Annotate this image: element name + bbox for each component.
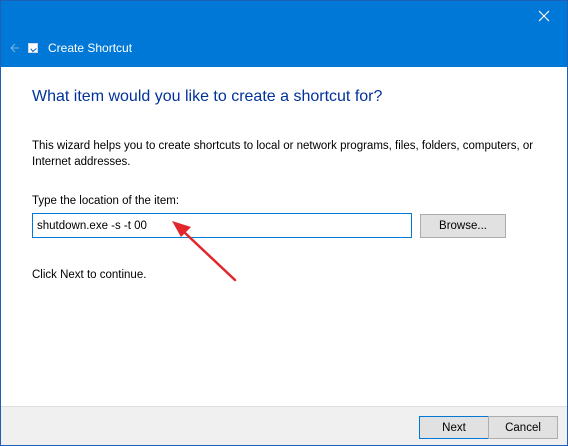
hint-text: Click Next to continue. [32,269,147,281]
dialog-footer: Next Cancel [1,406,567,445]
intro-text: This wizard helps you to create shortcut… [32,140,534,168]
location-input[interactable] [32,213,412,238]
next-button[interactable]: Next [419,416,489,439]
wizard-header: Create Shortcut [1,33,567,63]
cancel-button[interactable]: Cancel [488,416,558,439]
browse-button[interactable]: Browse... [420,214,506,238]
window-title: Create Shortcut [48,41,133,55]
back-button[interactable] [6,39,24,57]
close-button[interactable] [521,1,567,31]
back-arrow-icon [10,43,19,53]
close-icon [538,10,550,22]
title-bar: Create Shortcut [1,1,567,67]
shortcut-icon [28,43,38,53]
location-label: Type the location of the item: [32,195,180,207]
create-shortcut-dialog: Create Shortcut What item would you like… [0,0,568,446]
page-heading: What item would you like to create a sho… [32,88,383,105]
